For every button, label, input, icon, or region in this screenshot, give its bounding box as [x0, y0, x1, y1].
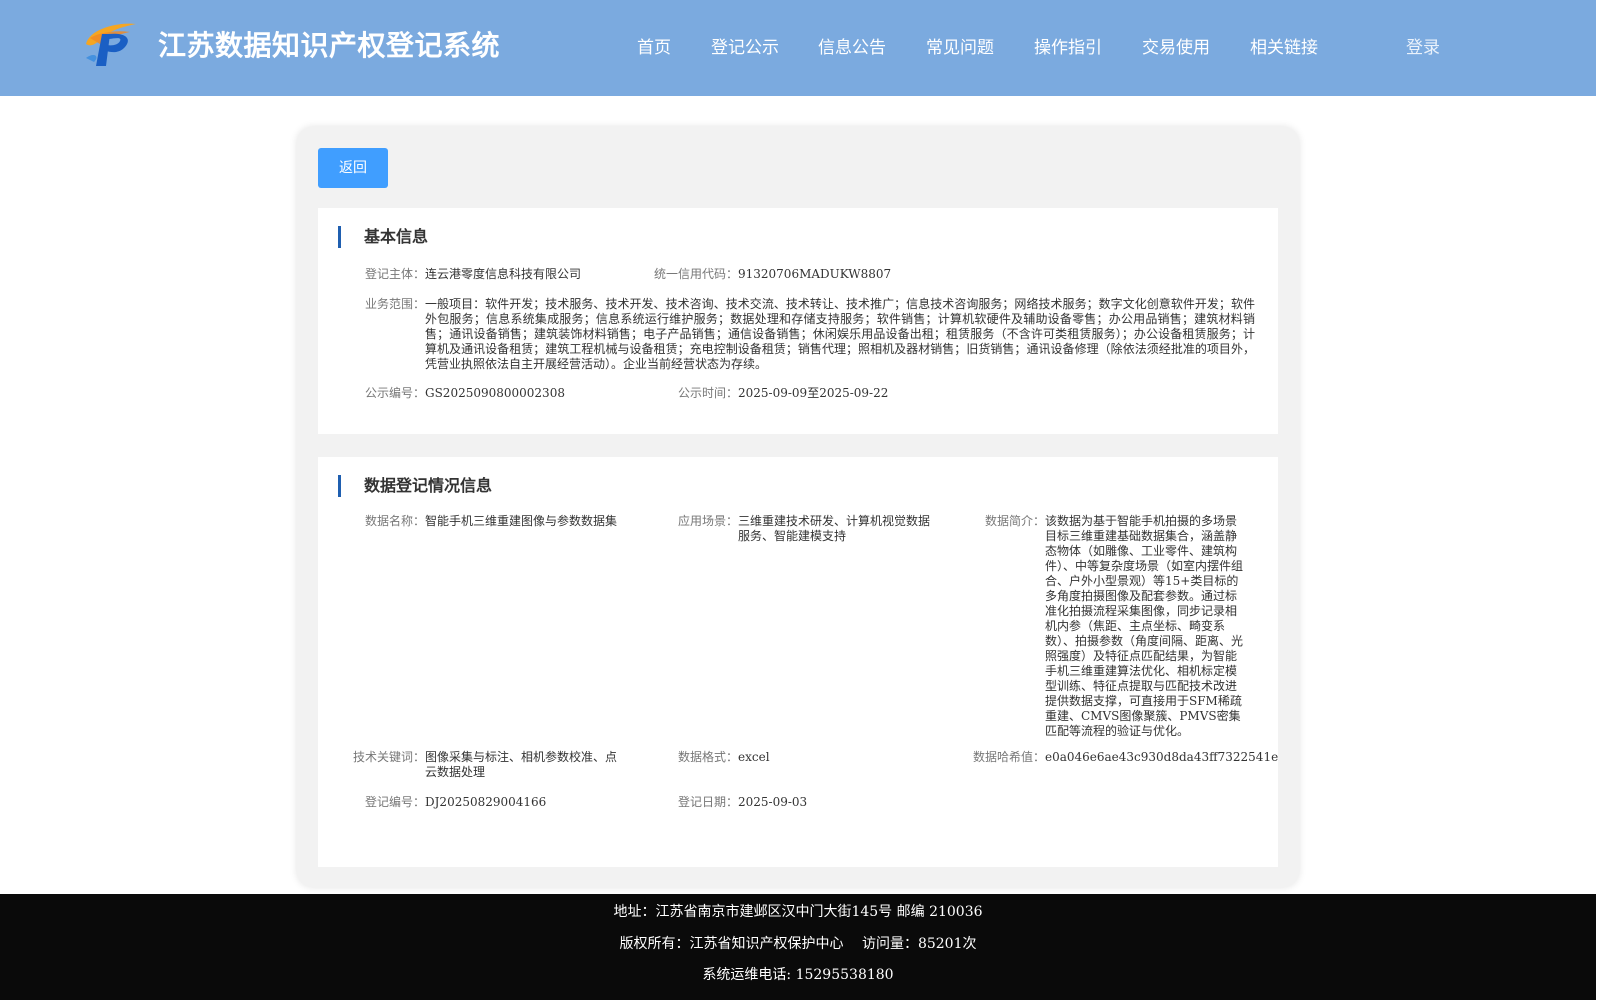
intro-value: 该数据为基于智能手机拍摄的多场景目标三维重建基础数据集合，涵盖静态物体（如雕像、… — [1045, 514, 1244, 738]
format-field: 数据格式： excel — [638, 750, 938, 766]
subject-field: 登记主体： 连云港零度信息科技有限公司 — [318, 267, 638, 283]
nav-operation-guide[interactable]: 操作指引 — [1034, 30, 1102, 66]
credit-code-label: 统一信用代码： — [653, 267, 738, 281]
reg-no-label: 登记编号： — [364, 795, 425, 809]
format-label: 数据格式： — [677, 750, 738, 764]
back-button[interactable]: 返回 — [318, 148, 388, 188]
reg-no-value: DJ20250829004166 — [425, 795, 547, 809]
subject-value: 连云港零度信息科技有限公司 — [425, 267, 582, 281]
site-footer: 地址：江苏省南京市建邺区汉中门大街145号 邮编 210036 版权所有：江苏省… — [0, 894, 1596, 1000]
intro-field: 数据简介： 该数据为基于智能手机拍摄的多场景目标三维重建基础数据集合，涵盖静态物… — [938, 514, 1273, 739]
hash-label: 数据哈希值： — [972, 750, 1045, 764]
business-scope-label: 业务范围： — [364, 297, 425, 311]
reg-date-label: 登记日期： — [677, 795, 738, 809]
hash-value: e0a046e6ae43c930d8da43ff7322541e — [1045, 750, 1279, 764]
hash-field: 数据哈希值： e0a046e6ae43c930d8da43ff7322541e — [938, 750, 1278, 766]
footer-address: 地址：江苏省南京市建邺区汉中门大街145号 邮编 210036 — [613, 904, 983, 920]
basic-info-title: 基本信息 — [338, 226, 428, 248]
data-registration-title: 数据登记情况信息 — [338, 475, 492, 497]
notice-no-value: GS2025090800002308 — [425, 386, 565, 400]
basic-info-card: 基本信息 登记主体： 连云港零度信息科技有限公司 统一信用代码： 9132070… — [318, 208, 1278, 434]
nav-faq[interactable]: 常见问题 — [926, 30, 994, 66]
nav-registration-notice[interactable]: 登记公示 — [711, 30, 779, 66]
notice-no-field: 公示编号： GS2025090800002308 — [318, 386, 638, 402]
subject-label: 登记主体： — [364, 267, 425, 281]
reg-date-field: 登记日期： 2025-09-03 — [638, 795, 938, 811]
nav-info-announcement[interactable]: 信息公告 — [818, 30, 886, 66]
reg-no-field: 登记编号： DJ20250829004166 — [318, 795, 638, 811]
data-name-label: 数据名称： — [364, 514, 425, 528]
nav-home[interactable]: 首页 — [637, 30, 671, 66]
main-nav: 首页 登记公示 信息公告 常见问题 操作指引 交易使用 相关链接 — [0, 30, 1596, 66]
business-scope-value: 一般项目：软件开发；技术服务、技术开发、技术咨询、技术交流、技术转让、技术推广；… — [425, 297, 1255, 371]
notice-time-field: 公示时间： 2025-09-09至2025-09-22 — [638, 386, 938, 402]
reg-date-value: 2025-09-03 — [738, 795, 808, 809]
footer-copyright: 版权所有：江苏省知识产权保护中心 访问量：85201次 — [619, 936, 977, 952]
data-name-field: 数据名称： 智能手机三维重建图像与参数数据集 — [318, 514, 638, 530]
detail-panel: 返回 基本信息 登记主体： 连云港零度信息科技有限公司 统一信用代码： 9132… — [297, 127, 1299, 887]
nav-related-links[interactable]: 相关链接 — [1250, 30, 1318, 66]
intro-label: 数据简介： — [984, 514, 1045, 528]
notice-no-label: 公示编号： — [364, 386, 425, 400]
data-registration-card: 数据登记情况信息 数据名称： 智能手机三维重建图像与参数数据集 应用场景： 三维… — [318, 457, 1278, 867]
scenario-field: 应用场景： 三维重建技术研发、计算机视觉数据服务、智能建模支持 — [638, 514, 938, 546]
data-name-value: 智能手机三维重建图像与参数数据集 — [425, 514, 618, 528]
login-link[interactable]: 登录 — [1406, 30, 1440, 66]
scenario-label: 应用场景： — [677, 514, 738, 528]
business-scope-field: 业务范围： 一般项目：软件开发；技术服务、技术开发、技术咨询、技术交流、技术转让… — [318, 297, 1258, 373]
format-value: excel — [738, 750, 770, 764]
keywords-label: 技术关键词： — [352, 750, 425, 764]
notice-time-value: 2025-09-09至2025-09-22 — [738, 386, 889, 400]
nav-transaction-use[interactable]: 交易使用 — [1142, 30, 1210, 66]
credit-code-value: 91320706MADUKW8807 — [738, 267, 892, 281]
keywords-value: 图像采集与标注、相机参数校准、点云数据处理 — [425, 750, 618, 779]
site-header: 江苏数据知识产权登记系统 首页 登记公示 信息公告 常见问题 操作指引 交易使用… — [0, 0, 1596, 96]
credit-code-field: 统一信用代码： 91320706MADUKW8807 — [638, 267, 938, 283]
keywords-field: 技术关键词： 图像采集与标注、相机参数校准、点云数据处理 — [318, 750, 638, 782]
notice-time-label: 公示时间： — [677, 386, 738, 400]
scenario-value: 三维重建技术研发、计算机视觉数据服务、智能建模支持 — [738, 514, 931, 543]
footer-phone: 系统运维电话: 15295538180 — [702, 967, 894, 983]
page-edge — [1596, 0, 1600, 1000]
